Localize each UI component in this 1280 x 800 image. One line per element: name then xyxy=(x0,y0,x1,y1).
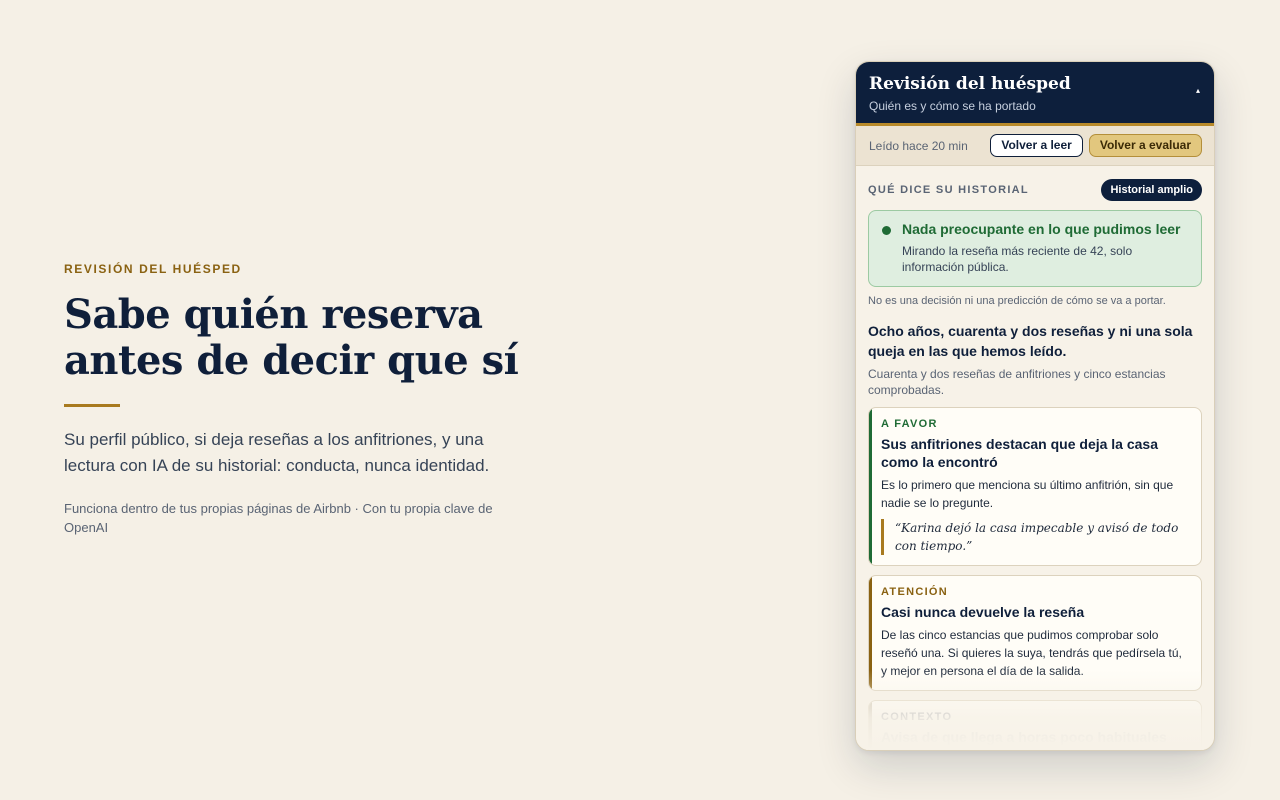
card-tag: CONTEXTO xyxy=(881,711,953,723)
panel-subtitle: Quién es y cómo se ha portado xyxy=(869,99,1036,113)
panel-toolbar: Leído hace 20 min Volver a leer Volver a… xyxy=(856,126,1214,166)
card-title: Sus anfitriones destacan que deja la cas… xyxy=(881,436,1158,470)
card-title: Casi nunca devuelve la reseña xyxy=(881,604,1085,620)
hero: REVISIÓN DEL HUÉSPED Sabe quién reserva … xyxy=(64,262,544,537)
finding-card-attention: ATENCIÓN Casi nunca devuelve la reseña D… xyxy=(868,575,1202,691)
reread-button[interactable]: Volver a leer xyxy=(990,134,1083,157)
status-ok-box: Nada preocupante en lo que pudimos leer … xyxy=(868,210,1202,287)
finding-card-favor: A FAVOR Sus anfitriones destacan que dej… xyxy=(868,407,1202,566)
summary-text: Cuarenta y dos reseñas de anfitriones y … xyxy=(868,367,1166,397)
finding-card-context: CONTEXTO Avisa de que llega a horas poco… xyxy=(868,700,1202,750)
panel-title: Revisión del huésped xyxy=(869,74,1071,94)
review-quote: “Karina dejó la casa impecable y avisó d… xyxy=(881,519,1189,555)
card-text: Es lo primero que menciona su último anf… xyxy=(881,478,1174,510)
read-time: Leído hace 20 min xyxy=(869,138,968,153)
collapse-caret-icon[interactable]: ▴ xyxy=(1196,86,1200,95)
card-tag: A FAVOR xyxy=(881,418,938,430)
hero-eyebrow: REVISIÓN DEL HUÉSPED xyxy=(64,262,242,276)
status-dot-icon xyxy=(882,226,891,235)
hero-lead: Su perfil público, si deja reseñas a los… xyxy=(64,430,490,475)
history-badge: Historial amplio xyxy=(1101,179,1202,201)
status-text: Mirando la reseña más reciente de 42, so… xyxy=(902,244,1133,274)
hero-note: Funciona dentro de tus propias páginas d… xyxy=(64,501,493,535)
section-label: QUÉ DICE SU HISTORIAL xyxy=(868,184,1029,196)
panel-body: QUÉ DICE SU HISTORIAL Historial amplio N… xyxy=(856,166,1214,750)
card-title: Avisa de que llega a horas poco habitual… xyxy=(881,729,1167,745)
panel-header: Revisión del huésped Quién es y cómo se … xyxy=(856,62,1214,126)
hero-divider xyxy=(64,404,120,407)
hero-title: Sabe quién reserva antes de decir que sí xyxy=(64,291,519,384)
guest-review-panel: Revisión del huésped Quién es y cómo se … xyxy=(855,61,1215,751)
disclaimer: No es una decisión ni una predicción de … xyxy=(868,295,1166,307)
card-tag: ATENCIÓN xyxy=(881,586,949,598)
history-section-header: QUÉ DICE SU HISTORIAL Historial amplio xyxy=(868,179,1202,201)
summary-title: Ocho años, cuarenta y dos reseñas y ni u… xyxy=(868,323,1193,359)
card-text: De las cinco estancias que pudimos compr… xyxy=(881,628,1182,678)
status-title: Nada preocupante en lo que pudimos leer xyxy=(902,221,1181,237)
reevaluate-button[interactable]: Volver a evaluar xyxy=(1088,134,1202,157)
